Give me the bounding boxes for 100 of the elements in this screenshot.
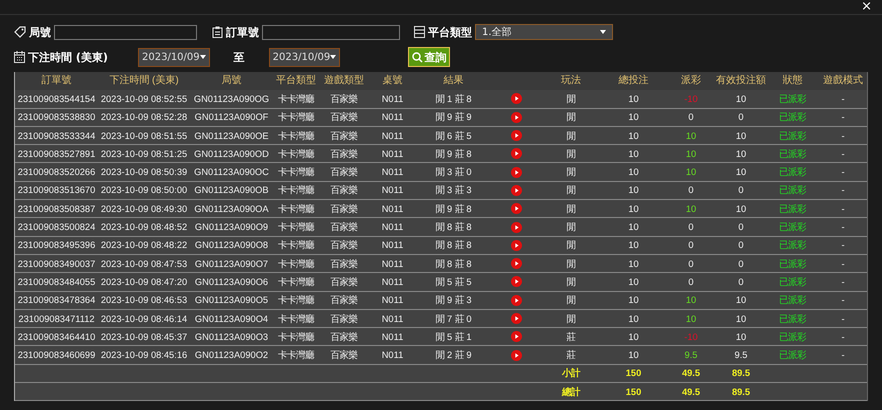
play-icon[interactable] (510, 276, 522, 288)
total-bet: 10 (628, 312, 639, 324)
status-text: 已派彩 (779, 294, 806, 306)
result-text: 閒 9 莊 8 (435, 148, 472, 160)
table-number: N011 (382, 294, 404, 306)
table-number: N011 (382, 130, 404, 142)
valid-bet: 9.5 (734, 349, 748, 362)
game-mode: - (841, 202, 845, 215)
valid-bet: 0 (738, 258, 744, 270)
bet-time: 2023-10-09 08:49:30 (100, 202, 188, 215)
summary-valid-bet: 89.5 (732, 367, 750, 380)
play-icon[interactable] (510, 184, 522, 196)
total-bet: 10 (628, 202, 639, 215)
payout-amount: 0 (688, 239, 694, 252)
game-type: 百家樂 (330, 184, 358, 196)
platform-select[interactable]: 1.全部 (475, 24, 613, 40)
play-icon[interactable] (510, 313, 522, 324)
tag-icon (14, 26, 26, 38)
result-text: 閒 5 莊 1 (435, 330, 472, 343)
total-bet: 10 (628, 92, 639, 105)
round-number: GN01123A090OA (194, 202, 269, 215)
platform-name: 卡卡灣廳 (278, 294, 314, 306)
total-bet: 10 (628, 258, 639, 270)
game-mode: - (841, 258, 845, 270)
game-mode: - (841, 221, 845, 234)
summary-valid-bet: 89.5 (732, 386, 750, 398)
game-mode: - (841, 349, 845, 362)
order-number: 231009083513670 (18, 184, 96, 196)
status-text: 已派彩 (779, 202, 806, 215)
payout-amount: 10 (686, 166, 696, 178)
bet-time: 2023-10-09 08:52:55 (100, 92, 188, 105)
status-text: 已派彩 (779, 221, 806, 234)
bet-side: 閒 (566, 294, 576, 306)
game-type: 百家樂 (330, 239, 358, 252)
summary-total-bet: 150 (626, 386, 642, 398)
total-bet: 10 (628, 294, 639, 306)
round-number: GN01123A090O3 (194, 330, 268, 343)
column-header: 玩法 (561, 75, 581, 88)
bet-side: 閒 (566, 239, 576, 252)
table-number: N011 (382, 184, 404, 196)
round-number: GN01123A090OD (194, 148, 269, 160)
summary-label: 小計 (562, 367, 580, 380)
game-type: 百家樂 (330, 166, 358, 178)
platform-name: 卡卡灣廳 (278, 258, 314, 270)
order-number: 231009083490037 (18, 258, 96, 270)
valid-bet: 10 (736, 294, 746, 306)
play-icon[interactable] (510, 258, 522, 270)
platform-name: 卡卡灣廳 (278, 312, 314, 324)
status-text: 已派彩 (779, 330, 806, 343)
result-text: 閒 7 莊 0 (435, 312, 472, 324)
game-mode: - (841, 111, 845, 124)
valid-bet: 0 (738, 184, 744, 196)
game-type: 百家樂 (330, 221, 358, 234)
round-number: GN01123A090OF (194, 111, 268, 124)
play-icon[interactable] (510, 294, 522, 306)
column-header: 遊戲模式 (823, 75, 863, 88)
order-number: 231009083520266 (18, 166, 96, 178)
round-number: GN01123A090O4 (194, 312, 268, 324)
game-type: 百家樂 (330, 349, 358, 362)
play-icon[interactable] (510, 93, 522, 104)
payout-amount: 0 (688, 276, 694, 288)
game-type: 百家樂 (330, 294, 358, 306)
bet-time: 2023-10-09 08:46:53 (100, 294, 188, 306)
valid-bet: 0 (738, 221, 744, 234)
date-to-select[interactable]: 2023/10/09 (268, 48, 340, 66)
platform-name: 卡卡灣廳 (278, 92, 314, 105)
status-text: 已派彩 (779, 276, 806, 288)
play-icon[interactable] (510, 350, 522, 361)
platform-name: 卡卡灣廳 (278, 184, 314, 196)
play-icon[interactable] (510, 222, 522, 233)
order-number: 231009083538830 (18, 111, 96, 124)
play-icon[interactable] (510, 148, 522, 160)
status-text: 已派彩 (779, 92, 806, 105)
play-icon[interactable] (510, 240, 522, 251)
play-icon[interactable] (510, 112, 522, 123)
game-type: 百家樂 (330, 330, 358, 343)
column-header: 遊戲類型 (324, 75, 364, 88)
bet-side: 閒 (566, 221, 576, 234)
table-number: N011 (382, 312, 404, 324)
date-from-select[interactable]: 2023/10/09 (138, 48, 210, 66)
play-icon[interactable] (510, 331, 522, 342)
result-text: 閒 9 莊 9 (435, 111, 472, 124)
status-text: 已派彩 (779, 312, 806, 324)
platform-name: 卡卡灣廳 (278, 202, 314, 215)
play-icon[interactable] (510, 130, 522, 142)
play-icon[interactable] (510, 166, 522, 178)
close-button[interactable]: × (851, 0, 882, 14)
valid-bet: 10 (736, 312, 746, 324)
valid-bet: 10 (736, 330, 746, 343)
result-text: 閒 6 莊 5 (435, 130, 472, 142)
play-icon[interactable] (510, 203, 522, 214)
bet-time: 2023-10-09 08:51:25 (100, 148, 188, 160)
platform-name: 卡卡灣廳 (278, 239, 314, 252)
order-number: 231009083508387 (18, 202, 96, 215)
payout-amount: 0 (688, 184, 694, 196)
round-input[interactable] (54, 24, 197, 40)
round-number: GN01123A090OC (194, 166, 269, 178)
order-input[interactable] (262, 24, 400, 40)
bet-side: 莊 (566, 349, 576, 362)
order-number: 231009083544154 (18, 92, 96, 105)
